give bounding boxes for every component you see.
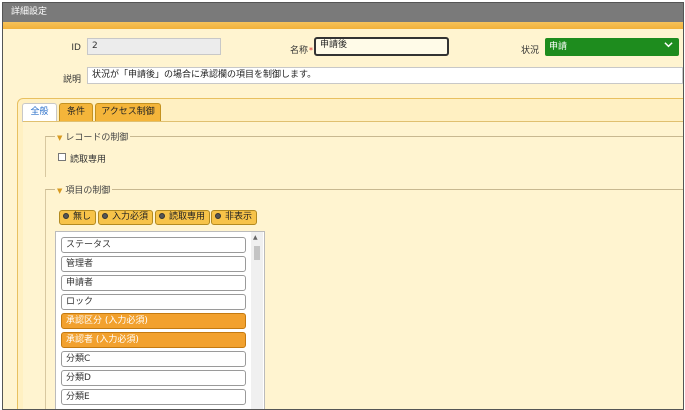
list-item-lock[interactable]: ロック — [61, 294, 246, 310]
chevron-down-icon — [664, 38, 673, 56]
list-item-approver[interactable]: 承認者 (入力必須) — [61, 332, 246, 348]
readonly-checkbox-label: 読取専用 — [70, 155, 107, 165]
scrollbar-thumb[interactable] — [254, 246, 260, 260]
id-label: ID — [71, 43, 81, 53]
dialog-title: 詳細設定 — [3, 3, 683, 22]
id-field: 2 — [87, 38, 221, 55]
collapse-arrow-icon: ▼ — [57, 187, 63, 195]
item-listbox[interactable]: ステータス 管理者 申請者 ロック 承認区分 (入力必須) 承認者 (入力必須)… — [55, 231, 265, 409]
required-button[interactable]: 入力必須 — [98, 210, 154, 225]
status-select[interactable]: 申請 — [545, 38, 679, 56]
name-label: 名称* — [289, 46, 313, 56]
list-item-manager[interactable]: 管理者 — [61, 256, 246, 272]
radio-dot-icon — [159, 212, 165, 219]
record-control-legend[interactable]: ▼ レコードの制御 — [55, 130, 131, 143]
readonly-button[interactable]: 読取専用 — [155, 210, 211, 225]
list-item-status[interactable]: ステータス — [61, 237, 246, 253]
tab-conditions[interactable]: 条件 — [59, 103, 93, 122]
status-select-value: 申請 — [549, 42, 568, 52]
tab-access-control[interactable]: アクセス制御 — [95, 103, 161, 122]
required-mark: * — [309, 46, 313, 55]
list-item-class-d[interactable]: 分類D — [61, 370, 246, 386]
radio-dot-icon — [102, 212, 108, 219]
none-button[interactable]: 無し — [59, 210, 97, 225]
settings-dialog: 詳細設定 ID 2 名称* 申請後 状況 申請 説明 状況が「申請後」の場合に承… — [2, 2, 684, 410]
record-control-fieldset — [45, 136, 683, 177]
tab-general[interactable]: 全般 — [22, 103, 57, 122]
list-item-class-c[interactable]: 分類C — [61, 351, 246, 367]
hidden-button[interactable]: 非表示 — [211, 210, 258, 225]
status-label: 状況 — [520, 46, 539, 56]
description-label: 説明 — [62, 75, 81, 85]
radio-dot-icon — [215, 212, 221, 219]
list-item-class-e[interactable]: 分類E — [61, 389, 246, 405]
description-input[interactable]: 状況が「申請後」の場合に承認欄の項目を制御します。 — [87, 67, 683, 84]
scroll-up-arrow-icon[interactable]: ▲ — [253, 234, 258, 241]
collapse-arrow-icon: ▼ — [57, 134, 63, 142]
item-control-legend[interactable]: ▼ 項目の制御 — [55, 183, 113, 196]
list-item-approval-category[interactable]: 承認区分 (入力必須) — [61, 313, 246, 329]
listbox-scrollbar[interactable]: ▲ — [251, 232, 263, 409]
readonly-checkbox[interactable] — [58, 153, 66, 161]
name-input[interactable]: 申請後 — [314, 37, 449, 56]
title-accent-strip — [3, 22, 683, 29]
list-item-applicant[interactable]: 申請者 — [61, 275, 246, 291]
radio-dot-icon — [63, 212, 69, 219]
